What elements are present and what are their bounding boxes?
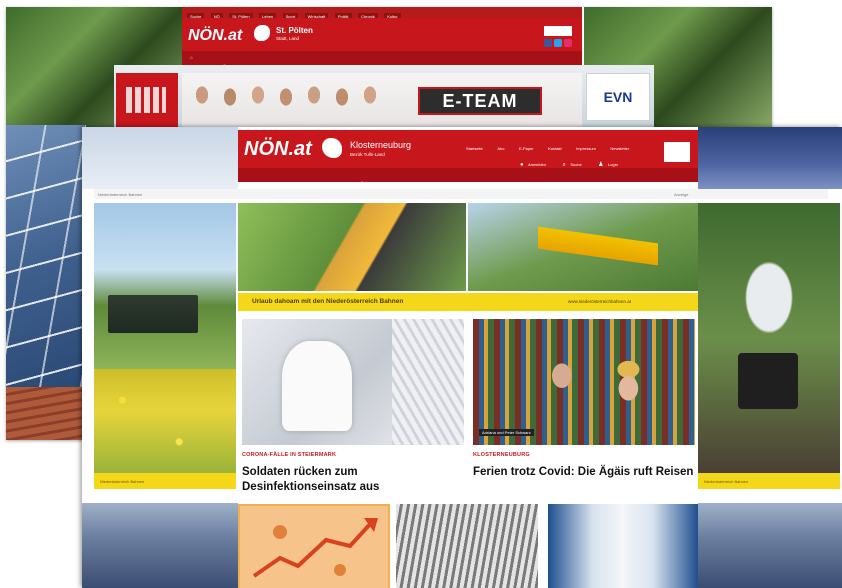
promo-url[interactable]: www.niederösterreichbahnen.at xyxy=(568,299,631,304)
site-logo[interactable]: NÖN.at xyxy=(188,27,242,45)
nav-item[interactable]: NIEDERÖSTERREICH xyxy=(343,181,390,186)
background-sky-left xyxy=(82,127,238,189)
background-sky-right xyxy=(698,127,842,189)
region-map-icon xyxy=(254,25,270,41)
article-image-chart[interactable] xyxy=(238,504,390,588)
nav-item[interactable]: BLAULICHT xyxy=(436,181,462,186)
header-link[interactable]: Kontakt xyxy=(548,146,562,151)
banner-image-train-forest[interactable] xyxy=(238,203,466,291)
region-map-icon xyxy=(322,138,342,158)
trend-arrow-icon xyxy=(252,518,378,578)
subscribe-badge-icon[interactable] xyxy=(544,26,572,36)
side-ad-caption-bar-right[interactable]: Niederösterreich Bahnen xyxy=(698,473,840,489)
article-image-corridor[interactable] xyxy=(548,504,698,588)
side-ad-caption: Niederösterreich Bahnen xyxy=(100,479,145,484)
promo-banner-text: Urlaub dahoam mit den Niederösterreich B… xyxy=(252,298,404,305)
background-mountains-left xyxy=(82,503,238,588)
header-action[interactable]: Login xyxy=(608,162,618,167)
image-caption: Adriana und Peter Schwarz xyxy=(479,429,534,436)
ad-label: Anzeige xyxy=(674,192,689,197)
roof-image xyxy=(6,387,86,440)
couple-photo xyxy=(473,319,695,445)
hazmat-suit-figure xyxy=(282,341,352,431)
rapeseed-field-image xyxy=(94,369,236,473)
site-header: NÖN.at St. Pölten Stadt, Land xyxy=(182,18,582,51)
instagram-icon[interactable] xyxy=(564,39,572,47)
header-link[interactable]: Abo xyxy=(497,146,504,151)
subscribe-badge-icon[interactable] xyxy=(664,142,690,162)
nav-item[interactable]: REGIONEN xyxy=(244,181,268,186)
side-ad-caption: Niederösterreich Bahnen xyxy=(704,479,749,484)
twitter-icon[interactable] xyxy=(554,39,562,47)
ad-brand-logo[interactable]: EVN xyxy=(586,73,650,121)
steam-locomotive-image xyxy=(738,353,798,409)
article-headline[interactable]: Soldaten rücken zum Desinfektionseinsatz… xyxy=(242,465,464,495)
nav-item[interactable]: SPORT xyxy=(405,181,421,186)
site-header: NÖN.at Klosterneuburg Bezirk Tulln-Land … xyxy=(238,130,698,168)
header-action[interactable]: Suche xyxy=(570,162,581,167)
region-subtitle: Bezirk Tulln-Land xyxy=(350,152,385,157)
side-ad-caption-bar[interactable]: Niederösterreich Bahnen xyxy=(94,473,236,489)
front-page-screenshot: NÖN.at Klosterneuburg Bezirk Tulln-Land … xyxy=(82,127,842,588)
header-link[interactable]: E-Paper xyxy=(519,146,534,151)
background-mountains-right xyxy=(698,503,842,588)
article-image-lab[interactable] xyxy=(242,319,464,445)
facebook-icon[interactable] xyxy=(544,39,552,47)
home-icon[interactable]: ⌂ xyxy=(190,55,193,60)
ad-banner-title: E-TEAM xyxy=(418,87,542,115)
article-headline[interactable]: Ferien trotz Covid: Die Ägäis ruft Reise… xyxy=(473,465,695,480)
side-ad-train-image[interactable] xyxy=(94,203,236,369)
promo-banner[interactable]: Urlaub dahoam mit den Niederösterreich B… xyxy=(238,293,698,311)
header-action[interactable]: Anmelden xyxy=(528,162,546,167)
ad-label-row: Niederösterreich Bahnen Anzeige xyxy=(94,189,828,199)
locomotive-image xyxy=(108,295,198,333)
nav-item[interactable]: WETTER xyxy=(544,181,563,186)
side-ad-steam-train-image[interactable] xyxy=(698,203,840,473)
region-subtitle: Stadt, Land xyxy=(276,36,300,41)
region-name: Klosterneuburg xyxy=(350,140,412,150)
nav-item[interactable]: FREIZEIT xyxy=(477,181,497,186)
banner-image-train-valley[interactable] xyxy=(468,203,698,291)
nav-item[interactable]: MEHR xyxy=(578,181,591,186)
article-kicker: CORONA-FÄLLE IN STEIERMARK xyxy=(242,452,337,458)
article-image-field[interactable] xyxy=(396,504,538,588)
article-image-couple[interactable]: Adriana und Peter Schwarz xyxy=(473,319,695,445)
main-navigation: REGIONEN KLOSTERNEUBURG NIEDERÖSTERREICH… xyxy=(238,168,698,186)
breadcrumb: Niederösterreich Bahnen xyxy=(98,192,143,197)
article-kicker: KLOSTERNEUBURG xyxy=(473,452,530,458)
side-ad-left[interactable] xyxy=(116,73,178,127)
header-link[interactable]: Newsletter xyxy=(610,146,629,151)
header-link[interactable]: Startseite xyxy=(466,146,483,151)
lab-window xyxy=(392,319,464,445)
yellow-train-image xyxy=(538,226,658,266)
top-navigation: Suche NÖ St. Pölten Leben Sport Wirtscha… xyxy=(182,7,582,21)
region-name: St. Pölten xyxy=(276,26,313,35)
site-logo[interactable]: NÖN.at xyxy=(244,138,312,161)
header-link[interactable]: Impressum xyxy=(576,146,596,151)
nav-item[interactable]: KLOSTERNEUBURG xyxy=(283,181,327,186)
nav-item[interactable]: LEBEN xyxy=(513,181,528,186)
user-icon[interactable]: ♟ xyxy=(598,161,603,168)
main-navigation: ⌂ ST. PÖLTEN BLAULICHT SPORT WIRTSCHAFT … xyxy=(182,51,582,69)
ad-banner-e-team[interactable]: E-TEAM xyxy=(182,73,582,127)
